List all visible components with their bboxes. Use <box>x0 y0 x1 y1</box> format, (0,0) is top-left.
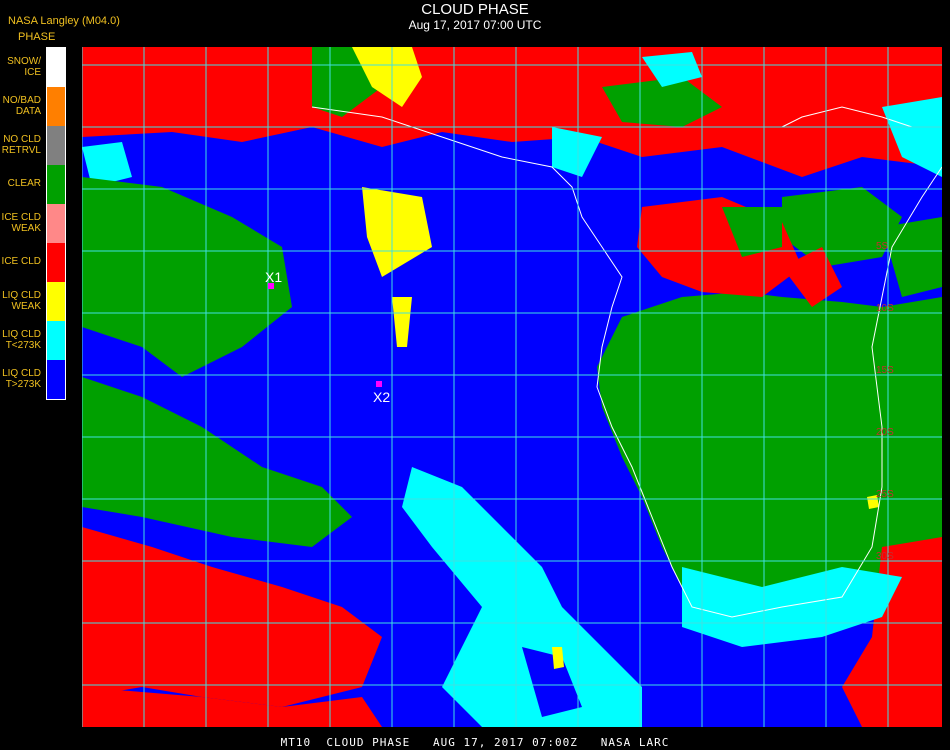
legend-swatch <box>47 321 65 360</box>
legend-swatch <box>47 126 65 165</box>
legend-title: PHASE <box>18 31 56 43</box>
legend-item-label: CLEAR <box>7 178 41 189</box>
legend-item-label: LIQ CLD T>273K <box>2 367 41 390</box>
legend-item-label: SNOW/ICE <box>7 55 41 78</box>
page-subtitle: Aug 17, 2017 07:00 UTC <box>408 18 542 32</box>
marker-label: X2 <box>373 389 390 405</box>
legend-item-label: NO/BAD DATA <box>2 94 41 117</box>
latitude-label: 20S <box>876 427 894 438</box>
legend-item-label: ICE CLD <box>1 256 41 267</box>
legend-swatch <box>47 243 65 282</box>
legend-item-label: LIQ CLD WEAK <box>2 289 41 312</box>
marker-point <box>376 381 382 387</box>
marker-label: X1 <box>265 269 282 285</box>
latitude-label: 30S <box>876 551 894 562</box>
legend-color-bar <box>46 47 66 400</box>
legend-swatch <box>47 282 65 321</box>
legend-swatch <box>47 360 65 399</box>
latitude-label: 25S <box>876 489 894 500</box>
legend-swatch <box>47 87 65 126</box>
cloud-phase-map: 5S 10S 15S 20S 25S 30S X1 X2 <box>82 47 942 727</box>
legend-swatch <box>47 48 65 87</box>
legend-item-label: NO CLD RETRVL <box>1 133 41 156</box>
legend-item-label: LIQ CLD T<273K <box>2 328 41 351</box>
latitude-label: 15S <box>876 365 894 376</box>
legend-item-label: ICE CLD WEAK <box>1 211 41 234</box>
legend-swatch <box>47 204 65 243</box>
footer-caption: MT10 CLOUD PHASE AUG 17, 2017 07:00Z NAS… <box>280 736 670 749</box>
page-title: CLOUD PHASE <box>421 1 529 18</box>
latitude-label: 10S <box>876 303 894 314</box>
latitude-label: 5S <box>876 241 889 252</box>
legend-swatch <box>47 165 65 204</box>
